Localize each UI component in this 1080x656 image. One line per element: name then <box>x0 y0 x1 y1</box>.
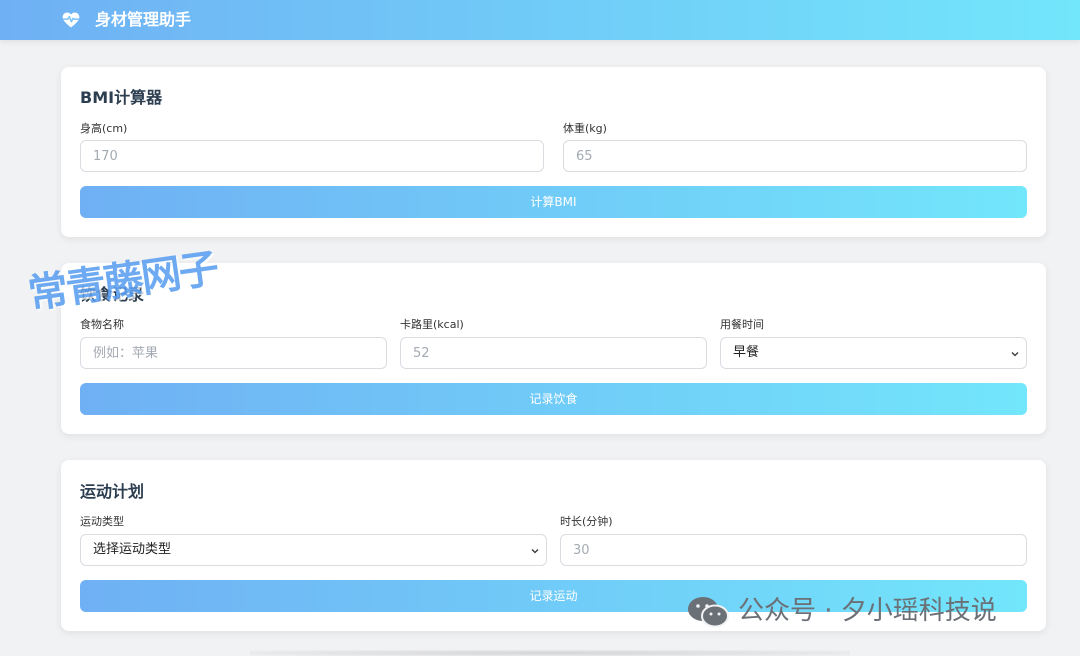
weight-input[interactable] <box>563 140 1027 172</box>
heart-pulse-icon <box>62 12 80 28</box>
exercise-title: 运动计划 <box>80 482 145 501</box>
exercise-type-label: 运动类型 <box>80 515 124 528</box>
record-diet-button[interactable]: 记录饮食 <box>80 383 1027 415</box>
duration-input[interactable] <box>560 534 1027 566</box>
wechat-icon <box>688 597 729 628</box>
meal-selected-value: 早餐 <box>733 345 760 360</box>
food-input[interactable] <box>80 337 387 369</box>
top-bar: 身材管理助手 <box>0 0 1080 40</box>
watermark-right-text: 公众号 · 夕小瑶科技说 <box>738 596 997 626</box>
weight-label: 体重(kg) <box>563 122 607 135</box>
calculate-bmi-button[interactable]: 计算BMI <box>80 186 1027 218</box>
chevron-down-icon <box>531 549 539 554</box>
exercise-type-selected-value: 选择运动类型 <box>93 542 172 557</box>
app-title: 身材管理助手 <box>95 10 192 29</box>
exercise-type-select[interactable]: 选择运动类型 <box>80 534 547 566</box>
calorie-input[interactable] <box>400 337 707 369</box>
meal-select[interactable]: 早餐 <box>720 337 1027 369</box>
height-label: 身高(cm) <box>80 122 128 135</box>
calorie-label: 卡路里(kcal) <box>400 318 464 331</box>
bmi-card: BMI计算器 身高(cm) 体重(kg) 计算BMI <box>61 67 1046 237</box>
duration-label: 时长(分钟) <box>560 515 613 528</box>
food-label: 食物名称 <box>80 318 124 331</box>
meal-label: 用餐时间 <box>720 318 764 331</box>
chevron-down-icon <box>1011 352 1019 357</box>
bmi-title: BMI计算器 <box>80 88 163 107</box>
height-input[interactable] <box>80 140 544 172</box>
bottom-shadow <box>250 650 850 656</box>
